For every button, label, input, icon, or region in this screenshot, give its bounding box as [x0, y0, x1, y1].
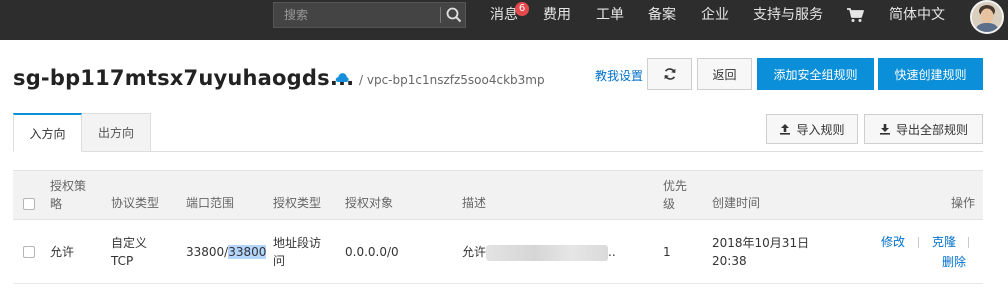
vpc-id: / vpc-bp1c1nszfz5soo4ckb3mp	[359, 73, 545, 87]
export-all-rules-button[interactable]: 导出全部规则	[864, 114, 983, 144]
refresh-button[interactable]	[647, 58, 692, 90]
avatar[interactable]	[970, 0, 1004, 34]
export-all-rules-label: 导出全部规则	[895, 122, 968, 137]
tabs-underline	[13, 151, 983, 152]
col-port-range: 端口范围	[186, 196, 235, 210]
tab-outbound[interactable]: 出方向	[82, 113, 151, 152]
cell-auth-object: 0.0.0.0/0	[345, 245, 399, 259]
action-separator	[918, 237, 919, 248]
cell-priority: 1	[663, 245, 671, 259]
clone-link[interactable]: 克隆	[932, 233, 956, 251]
nav-messages[interactable]: 消息	[490, 0, 518, 30]
cell-protocol: 自定义 TCP	[111, 236, 148, 268]
table-row: 允许 自定义 TCP 33800/33800 地址段访问 0.0.0.0/0 允…	[13, 220, 983, 284]
download-icon	[879, 124, 890, 135]
import-rules-label: 导入规则	[796, 122, 845, 137]
nav-enterprise[interactable]: 企业	[701, 0, 729, 30]
help-setup-link[interactable]: 教我设置	[595, 67, 643, 84]
quick-create-rule-button[interactable]: 快速创建规则	[878, 58, 983, 90]
description-ellipsis: ..	[608, 245, 616, 259]
col-description: 描述	[462, 196, 487, 210]
search-icon[interactable]	[445, 6, 463, 24]
description-redacted	[486, 244, 609, 261]
col-priority: 优先级	[663, 179, 688, 211]
upload-icon	[780, 124, 791, 135]
back-button[interactable]: 返回	[697, 58, 752, 90]
avatar-image	[972, 2, 1002, 32]
cloud-icon	[335, 73, 349, 82]
cell-auth-type: 地址段访问	[273, 236, 322, 268]
import-rules-button[interactable]: 导入规则	[766, 114, 858, 144]
cell-created: 2018年10月31日 20:38	[712, 236, 810, 268]
cell-description: 允许..	[462, 243, 616, 261]
select-all-checkbox[interactable]	[23, 198, 35, 210]
cart-icon[interactable]	[846, 7, 864, 23]
action-separator	[968, 237, 969, 248]
cell-policy: 允许	[50, 245, 75, 259]
page-title: sg-bp117mtsx7uyuhaogds...	[13, 66, 355, 90]
col-auth-type: 授权类型	[273, 196, 322, 210]
nav-support[interactable]: 支持与服务	[753, 0, 823, 30]
col-protocol: 协议类型	[111, 196, 160, 210]
messages-badge: 6	[515, 2, 529, 16]
row-checkbox[interactable]	[23, 246, 35, 258]
search-input[interactable]	[274, 3, 439, 27]
search-box	[273, 2, 466, 28]
edit-link[interactable]: 修改	[881, 233, 905, 251]
nav-language[interactable]: 简体中文	[889, 0, 945, 30]
port-start: 33800/	[186, 245, 229, 259]
nav-tickets[interactable]: 工单	[596, 0, 624, 30]
col-auth-object: 授权对象	[345, 196, 394, 210]
port-end-selected: 33800	[228, 245, 267, 259]
col-created: 创建时间	[712, 196, 761, 210]
search-divider	[440, 7, 441, 23]
description-text: 允许	[462, 245, 487, 259]
col-auth-policy: 授权策略	[50, 179, 87, 211]
nav-billing[interactable]: 费用	[543, 0, 571, 30]
delete-link[interactable]: 删除	[942, 253, 966, 271]
tab-inbound[interactable]: 入方向	[13, 113, 82, 152]
cell-port-range: 33800/33800	[186, 243, 267, 261]
add-security-rule-button[interactable]: 添加安全组规则	[757, 58, 874, 90]
refresh-icon	[664, 68, 675, 80]
top-navbar: 消息 6 费用 工单 备案 企业 支持与服务 简体中文	[0, 0, 1008, 40]
col-actions: 操作	[951, 196, 976, 210]
nav-filing[interactable]: 备案	[648, 0, 676, 30]
table-header: 授权策略 协议类型 端口范围 授权类型 授权对象 描述 优先级 创建时间 操作	[13, 170, 983, 220]
